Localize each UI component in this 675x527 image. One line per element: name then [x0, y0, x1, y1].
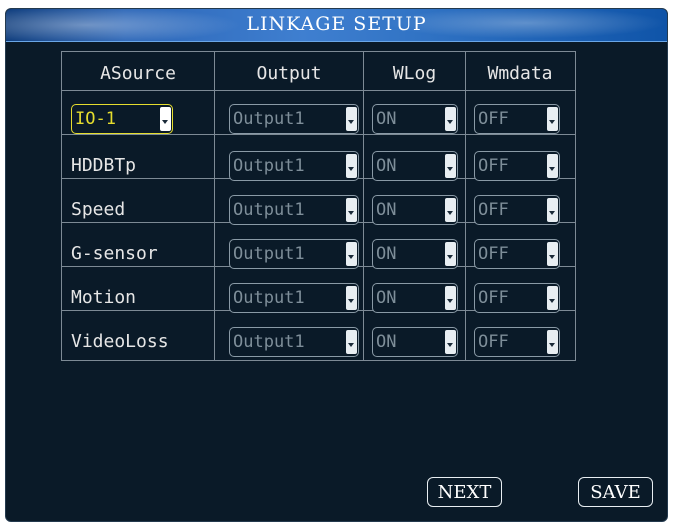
chevron-down-icon[interactable]	[547, 330, 558, 354]
wlog-dropdown[interactable]: ON	[372, 195, 458, 225]
chevron-down-icon[interactable]	[346, 330, 357, 354]
output-dropdown[interactable]: Output1	[229, 239, 359, 269]
chevron-down-icon[interactable]	[445, 107, 456, 131]
wlog-dropdown[interactable]: ON	[372, 151, 458, 181]
next-button[interactable]: NEXT	[427, 477, 502, 507]
wmdata-dropdown[interactable]: OFF	[474, 195, 560, 225]
screen: LINKAGE SETUP ASource Output WLog Wmdata…	[0, 0, 675, 527]
output-value: Output1	[233, 156, 305, 176]
chevron-down-icon[interactable]	[547, 198, 558, 222]
chevron-down-icon[interactable]	[547, 286, 558, 310]
chevron-down-icon[interactable]	[445, 286, 456, 310]
chevron-down-icon[interactable]	[547, 242, 558, 266]
header-asource: ASource	[100, 63, 176, 84]
wmdata-value: OFF	[478, 200, 509, 220]
wmdata-dropdown[interactable]: OFF	[474, 239, 560, 269]
source-label: VideoLoss	[71, 331, 169, 352]
chevron-down-icon[interactable]	[445, 330, 456, 354]
wmdata-dropdown[interactable]: OFF	[474, 283, 560, 313]
wmdata-dropdown[interactable]: OFF	[474, 327, 560, 357]
wmdata-value: OFF	[478, 109, 509, 129]
wlog-value: ON	[376, 288, 397, 308]
wmdata-value: OFF	[478, 244, 509, 264]
chevron-down-icon[interactable]	[445, 242, 456, 266]
wlog-value: ON	[376, 156, 397, 176]
source-label: G-sensor	[71, 243, 158, 264]
wlog-value: ON	[376, 200, 397, 220]
wlog-dropdown[interactable]: ON	[372, 239, 458, 269]
wlog-dropdown[interactable]: ON	[372, 283, 458, 313]
column-divider	[465, 52, 466, 360]
source-label: Motion	[71, 287, 137, 308]
column-divider	[214, 52, 215, 360]
wmdata-dropdown[interactable]: OFF	[474, 104, 560, 134]
output-value: Output1	[233, 109, 305, 129]
output-dropdown[interactable]: Output1	[229, 283, 359, 313]
output-value: Output1	[233, 200, 305, 220]
chevron-down-icon[interactable]	[346, 198, 357, 222]
wmdata-dropdown[interactable]: OFF	[474, 151, 560, 181]
title-bar: LINKAGE SETUP	[6, 9, 667, 42]
header-wmdata: Wmdata	[487, 63, 553, 84]
wmdata-value: OFF	[478, 332, 509, 352]
source-label: Speed	[71, 199, 126, 220]
chevron-down-icon[interactable]	[346, 107, 357, 131]
wlog-dropdown[interactable]: ON	[372, 104, 458, 134]
row-divider	[62, 90, 575, 91]
column-divider	[363, 52, 364, 360]
wmdata-value: OFF	[478, 288, 509, 308]
chevron-down-icon[interactable]	[547, 154, 558, 178]
window-title: LINKAGE SETUP	[246, 13, 427, 35]
output-value: Output1	[233, 244, 305, 264]
save-button[interactable]: SAVE	[578, 477, 653, 507]
wlog-dropdown[interactable]: ON	[372, 327, 458, 357]
output-dropdown[interactable]: Output1	[229, 195, 359, 225]
header-output: Output	[256, 63, 322, 84]
chevron-down-icon[interactable]	[346, 154, 357, 178]
source-value: IO-1	[75, 109, 116, 129]
wlog-value: ON	[376, 244, 397, 264]
wlog-value: ON	[376, 332, 397, 352]
chevron-down-icon[interactable]	[346, 286, 357, 310]
chevron-down-icon[interactable]	[547, 107, 558, 131]
output-value: Output1	[233, 288, 305, 308]
output-dropdown[interactable]: Output1	[229, 104, 359, 134]
chevron-down-icon[interactable]	[160, 107, 171, 131]
wlog-value: ON	[376, 109, 397, 129]
source-label: HDDBTp	[71, 155, 137, 176]
header-wlog: WLog	[392, 63, 437, 84]
chevron-down-icon[interactable]	[346, 242, 357, 266]
chevron-down-icon[interactable]	[445, 154, 456, 178]
source-dropdown-io-1[interactable]: IO-1	[71, 104, 173, 134]
wmdata-value: OFF	[478, 156, 509, 176]
output-value: Output1	[233, 332, 305, 352]
chevron-down-icon[interactable]	[445, 198, 456, 222]
output-dropdown[interactable]: Output1	[229, 151, 359, 181]
row-divider	[62, 134, 575, 135]
output-dropdown[interactable]: Output1	[229, 327, 359, 357]
